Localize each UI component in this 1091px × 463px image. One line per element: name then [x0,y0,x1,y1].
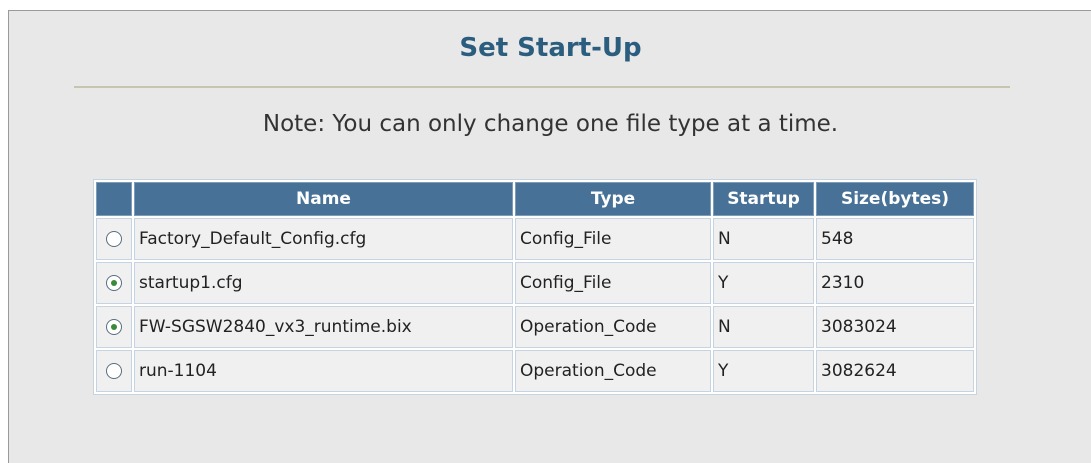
header-type: Type [515,182,711,216]
file-radio-button[interactable] [106,363,122,379]
file-name-cell: startup1.cfg [134,262,513,304]
header-size: Size(bytes) [816,182,974,216]
file-table: Name Type Startup Size(bytes) Factory_De… [93,179,977,395]
select-cell [96,350,132,392]
file-type-cell: Operation_Code [515,306,711,348]
note-text: Note: You can only change one file type … [262,111,839,137]
size-cell: 3082624 [816,350,974,392]
table-row: run-1104 Operation_Code Y 3082624 [96,350,974,392]
page-title: Set Start-Up [459,33,642,63]
table-row: FW-SGSW2840_vx3_runtime.bix Operation_Co… [96,306,974,348]
startup-cell: Y [713,262,814,304]
file-radio-button[interactable] [106,231,122,247]
size-cell: 2310 [816,262,974,304]
header-startup: Startup [713,182,814,216]
select-cell [96,306,132,348]
select-cell [96,218,132,260]
file-type-cell: Config_File [515,262,711,304]
startup-cell: N [713,306,814,348]
startup-cell: Y [713,350,814,392]
header-name: Name [134,182,513,216]
file-radio-button[interactable] [106,275,122,291]
set-startup-panel: Set Start-Up Note: You can only change o… [8,10,1091,463]
file-radio-button[interactable] [106,319,122,335]
title-divider [74,86,1010,88]
table-header-row: Name Type Startup Size(bytes) [96,182,974,216]
header-select [96,182,132,216]
startup-cell: N [713,218,814,260]
file-name-cell: run-1104 [134,350,513,392]
file-name-cell: FW-SGSW2840_vx3_runtime.bix [134,306,513,348]
file-name-cell: Factory_Default_Config.cfg [134,218,513,260]
table-row: Factory_Default_Config.cfg Config_File N… [96,218,974,260]
select-cell [96,262,132,304]
file-type-cell: Config_File [515,218,711,260]
size-cell: 3083024 [816,306,974,348]
size-cell: 548 [816,218,974,260]
table-row: startup1.cfg Config_File Y 2310 [96,262,974,304]
file-type-cell: Operation_Code [515,350,711,392]
